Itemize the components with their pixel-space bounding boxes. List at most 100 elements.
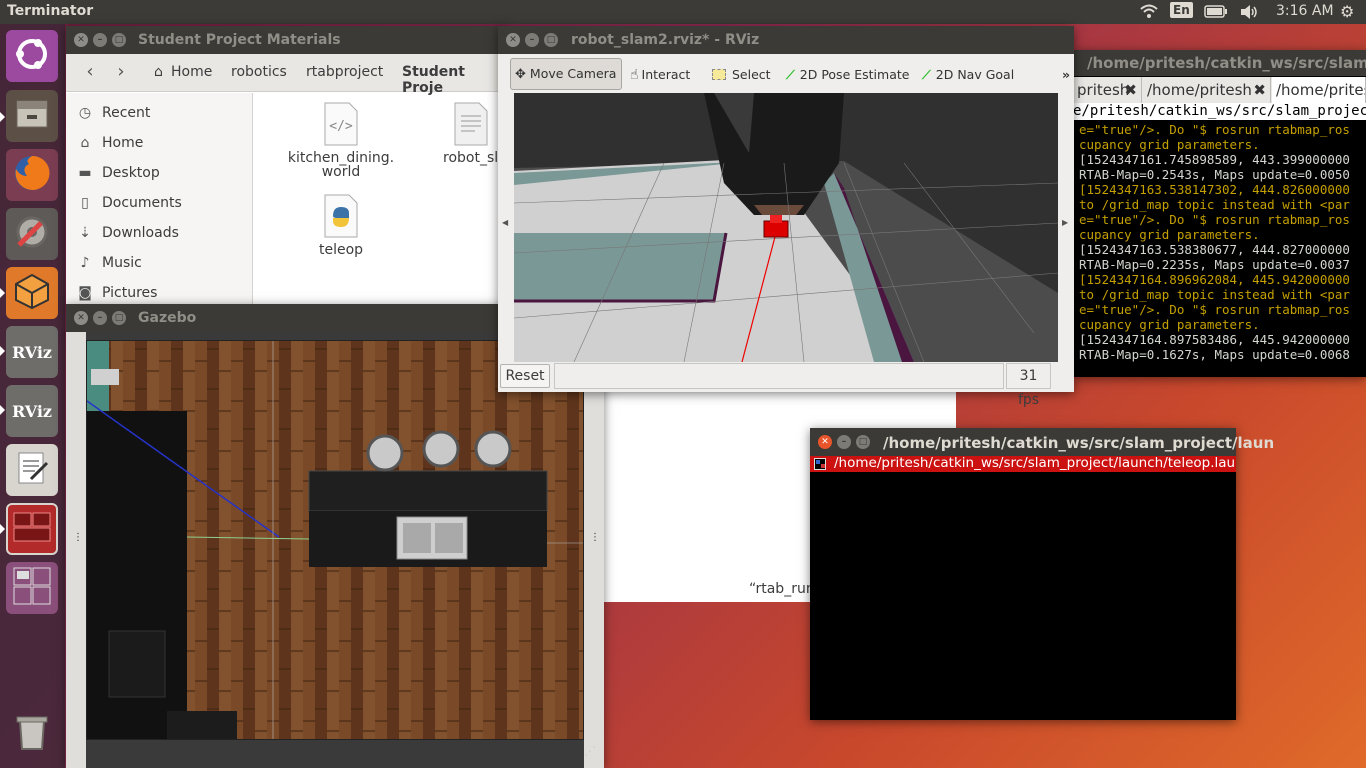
files-navbar: ‹ › ⌂ Home robotics rtabproject Student … bbox=[66, 54, 506, 96]
minimize-button[interactable]: – bbox=[93, 33, 107, 47]
breadcrumb-current[interactable]: Student Proje bbox=[402, 64, 506, 96]
close-button[interactable]: ✕ bbox=[818, 435, 832, 449]
rviz-left-dock-collapsed[interactable]: ◀ bbox=[498, 94, 514, 364]
workspace-switcher-icon bbox=[11, 565, 53, 611]
maximize-button[interactable]: □ bbox=[112, 311, 126, 325]
maximize-button[interactable]: □ bbox=[544, 33, 558, 47]
launcher-workspace-switcher[interactable] bbox=[6, 562, 58, 614]
tool-select[interactable]: Select bbox=[708, 62, 775, 88]
terminal-line: [1524347161.745898589, 443.399000000 bbox=[1079, 152, 1350, 167]
rviz-3d-view[interactable] bbox=[514, 93, 1058, 362]
minimize-button[interactable]: – bbox=[837, 435, 851, 449]
breadcrumb-rtabproject[interactable]: rtabproject bbox=[306, 64, 383, 80]
launcher-gazebo[interactable] bbox=[6, 267, 58, 319]
terminal-line: to /grid_map topic instead with <par bbox=[1079, 287, 1350, 302]
sidebar-item-home[interactable]: ⌂ Home bbox=[76, 135, 144, 151]
terminal-header-bar[interactable]: /home/pritesh/catkin_ws/src/slam_project… bbox=[810, 456, 1236, 472]
sidebar-item-music[interactable]: ♪ Music bbox=[76, 255, 142, 271]
ubuntu-logo-icon bbox=[12, 34, 52, 78]
tool-move-camera[interactable]: ✥ Move Camera bbox=[510, 58, 622, 90]
launcher-firefox[interactable] bbox=[6, 149, 58, 201]
terminal-line: cupancy grid parameters. bbox=[1079, 137, 1260, 152]
close-button[interactable]: ✕ bbox=[74, 33, 88, 47]
music-icon: ♪ bbox=[80, 255, 90, 271]
file-item-kitchen-world[interactable]: </> kitchen_dining. world bbox=[280, 102, 402, 180]
gazebo-left-panel-collapsed[interactable]: ⋮ bbox=[66, 332, 86, 768]
launcher-ubuntu-dash[interactable] bbox=[6, 30, 58, 82]
wifi-icon[interactable] bbox=[1140, 3, 1158, 23]
launcher-text-editor[interactable] bbox=[6, 444, 58, 496]
launcher-trash[interactable] bbox=[6, 708, 58, 760]
panel-handle-icon: ⋮ bbox=[590, 532, 600, 543]
launcher-rviz-2[interactable]: RViz bbox=[6, 385, 58, 437]
chevron-right-icon: › bbox=[117, 61, 125, 82]
launcher-rviz-1[interactable]: RViz bbox=[6, 326, 58, 378]
file-item-robot-slam[interactable]: robot_sl bbox=[436, 102, 506, 166]
close-tab-icon[interactable]: ✖ bbox=[1253, 77, 1266, 103]
close-button[interactable]: ✕ bbox=[506, 33, 520, 47]
breadcrumb-home[interactable]: Home bbox=[171, 64, 212, 80]
camera-icon: ◙ bbox=[78, 285, 92, 301]
terminal-body[interactable] bbox=[810, 472, 1236, 720]
toolbar-overflow-button[interactable]: » bbox=[1058, 62, 1074, 88]
sidebar-item-recent[interactable]: ◷ Recent bbox=[76, 105, 151, 121]
close-button[interactable]: ✕ bbox=[74, 311, 88, 325]
chevron-right-icon: ▶ bbox=[1062, 218, 1069, 227]
rviz-titlebar: ✕ – □ robot_slam2.rviz* - RViz bbox=[498, 26, 1074, 54]
battery-icon[interactable] bbox=[1204, 5, 1228, 22]
launcher-running-pip bbox=[0, 112, 5, 122]
terminator-icon bbox=[13, 512, 51, 546]
keyboard-layout-indicator[interactable]: En bbox=[1170, 2, 1193, 18]
close-tab-icon[interactable]: ✖ bbox=[1124, 77, 1137, 103]
gazebo-3d-viewport[interactable] bbox=[86, 340, 584, 740]
terminal-tabbar: pritesh ✖ /home/pritesh ✖ /home/prites bbox=[1073, 77, 1366, 103]
rviz-scene bbox=[514, 93, 1058, 362]
hand-pointer-icon: ☝ bbox=[630, 67, 639, 83]
launcher-system-settings[interactable] bbox=[6, 208, 58, 260]
sidebar-item-desktop[interactable]: ▬ Desktop bbox=[76, 165, 159, 181]
tool-2d-nav-goal[interactable]: ⟋ 2D Nav Goal bbox=[918, 62, 1018, 88]
minimize-button[interactable]: – bbox=[525, 33, 539, 47]
files-window: ✕ – □ Student Project Materials ‹ › ⌂ Ho… bbox=[66, 26, 506, 306]
clock[interactable]: 3:16 AM bbox=[1276, 3, 1334, 19]
launcher-running-pip bbox=[0, 288, 5, 298]
forward-button[interactable]: › bbox=[106, 58, 136, 88]
sidebar-item-pictures[interactable]: ◙ Pictures bbox=[76, 285, 157, 301]
back-button[interactable]: ‹ bbox=[75, 58, 105, 88]
status-bar bbox=[554, 363, 1004, 389]
gazebo-right-panel-collapsed[interactable]: ⋮ bbox=[584, 332, 604, 768]
window-controls: ✕ – □ bbox=[74, 33, 126, 47]
breadcrumb-robotics[interactable]: robotics bbox=[231, 64, 287, 80]
terminal-tab-3[interactable]: /home/prites bbox=[1272, 77, 1366, 103]
terminal-tab-1[interactable]: pritesh ✖ bbox=[1073, 77, 1142, 103]
file-item-teleop[interactable]: teleop bbox=[280, 194, 402, 258]
terminal-output[interactable]: e="true"/>. Do "$ rosrun rtabmap_ros cup… bbox=[1079, 122, 1366, 372]
sidebar-item-downloads[interactable]: ⇣ Downloads bbox=[76, 225, 179, 241]
terminator-window-right: /home/pritesh/catkin_ws/src/slam_ prites… bbox=[1073, 50, 1366, 377]
volume-icon[interactable] bbox=[1239, 4, 1259, 24]
launcher-files[interactable] bbox=[6, 90, 58, 142]
rviz-right-dock-collapsed[interactable]: ▶ bbox=[1058, 94, 1074, 364]
terminal-line: e="true"/>. Do "$ rosrun rtabmap_ros bbox=[1079, 212, 1350, 227]
maximize-button[interactable]: □ bbox=[112, 33, 126, 47]
terminal-line: [1524347163.538380677, 444.827000000 bbox=[1079, 242, 1350, 257]
window-title: /home/pritesh/catkin_ws/src/slam_ bbox=[1087, 54, 1366, 72]
tool-2d-pose-estimate[interactable]: ⟋ 2D Pose Estimate bbox=[782, 62, 913, 88]
minimize-button[interactable]: – bbox=[93, 311, 107, 325]
sidebar-item-documents[interactable]: ▯ Documents bbox=[76, 195, 182, 211]
terminal-group-icon[interactable] bbox=[814, 458, 826, 470]
teleop-titlebar: ✕ – □ /home/pritesh/catkin_ws/src/slam_p… bbox=[810, 428, 1274, 456]
launcher-terminator[interactable] bbox=[6, 503, 58, 555]
terminal-tab-2[interactable]: /home/pritesh ✖ bbox=[1143, 77, 1271, 103]
file-cabinet-icon bbox=[13, 95, 51, 137]
files-titlebar: ✕ – □ Student Project Materials bbox=[66, 26, 506, 54]
firefox-icon bbox=[11, 152, 53, 198]
maximize-button[interactable]: □ bbox=[856, 435, 870, 449]
tool-interact[interactable]: ☝ Interact bbox=[626, 62, 694, 88]
rviz-toolbar: ✥ Move Camera ☝ Interact Select ⟋ 2D Pose E… bbox=[498, 54, 1074, 94]
terminal-line: RTAB-Map=0.1627s, Maps update=0.0068 bbox=[1079, 347, 1350, 362]
reset-button[interactable]: Reset bbox=[500, 364, 550, 388]
session-gear-icon[interactable]: ⚙ bbox=[1340, 2, 1354, 21]
top-panel: Terminator En 3:16 AM ⚙ bbox=[0, 0, 1366, 24]
resize-grip-icon[interactable]: ⋰ bbox=[584, 744, 596, 758]
